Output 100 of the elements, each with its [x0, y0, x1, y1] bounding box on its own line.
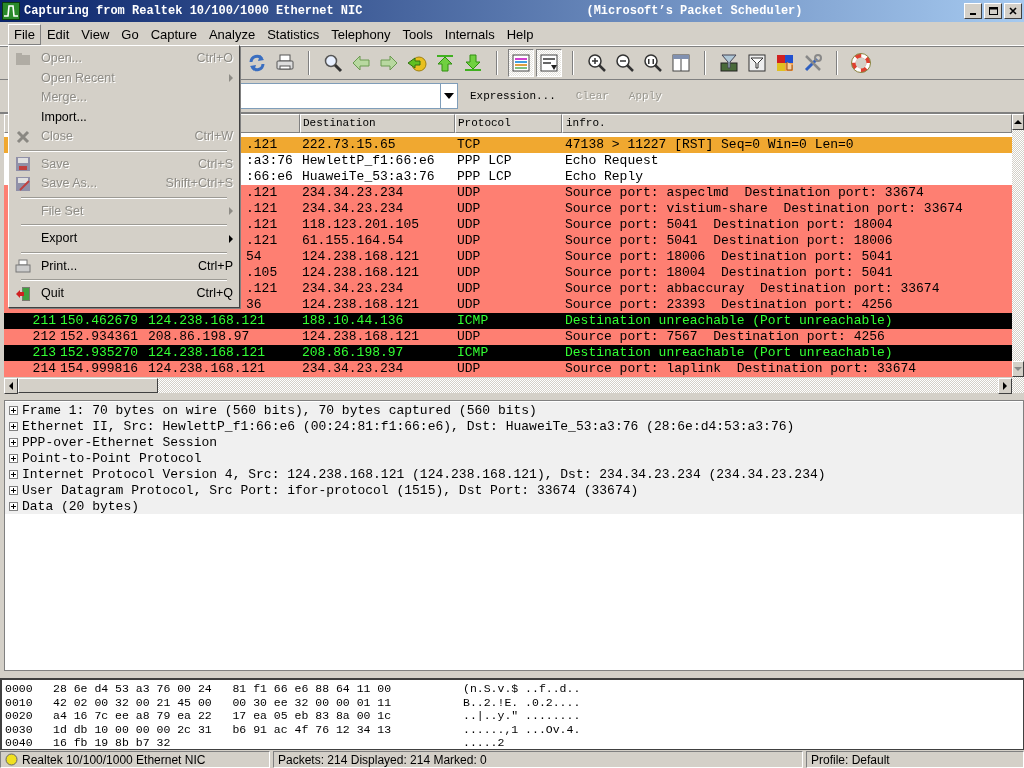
table-cell: 124.238.168.121: [302, 249, 420, 264]
menu-item[interactable]: Edit: [40, 24, 76, 45]
expand-icon[interactable]: [9, 485, 18, 495]
window-subtitle: (Microsoft’s Packet Scheduler): [586, 4, 803, 18]
table-cell: 152.934361: [60, 329, 138, 344]
table-cell: 47138 > 11227 [RST] Seq=0 Win=0 Len=0: [565, 137, 854, 152]
minimize-button[interactable]: [964, 3, 982, 19]
save-as-icon: [15, 175, 31, 192]
hex-bytes: a4 16 7c ee a8 79 ea 22 17 ea 05 eb 83 8a 00 1c: [53, 709, 393, 723]
table-cell: 124.238.168.121: [148, 361, 266, 376]
table-cell: UDP: [457, 217, 481, 232]
toolbar-button[interactable]: [536, 49, 562, 77]
table-cell: ICMP: [457, 313, 489, 328]
table-cell: 208.86.198.97: [148, 329, 250, 344]
table-cell: ICMP: [457, 345, 489, 360]
ascii-text: .....2: [463, 736, 505, 750]
colored-list-icon: [511, 53, 531, 73]
menu-item[interactable]: Telephony: [325, 24, 397, 45]
menu-item[interactable]: View: [75, 24, 116, 45]
right-arrow-icon: [1003, 382, 1007, 390]
menu-item[interactable]: Help: [500, 24, 540, 45]
expand-icon[interactable]: [9, 453, 18, 463]
up-arrow-icon: [435, 53, 455, 73]
exit-icon: [15, 285, 31, 302]
table-cell: .121: [246, 185, 278, 200]
menu-item[interactable]: Internals: [438, 24, 501, 45]
scroll-bar[interactable]: [1012, 114, 1024, 393]
filter-button[interactable]: Expression...: [462, 88, 564, 104]
packet-row[interactable]: 212 152.934361 208.86.198.97 124.238.168.121 UDP Source port: 7567 Destination port: 4256: [4, 329, 1012, 345]
hex-offset: 0010: [5, 695, 34, 709]
column-header[interactable]: Destination: [300, 114, 455, 133]
expand-icon[interactable]: [9, 501, 18, 511]
table-cell: 222.73.15.65: [302, 137, 396, 152]
funnel-icon: [747, 53, 767, 73]
hex-offset: 0040: [5, 736, 34, 750]
filter-field[interactable]: [240, 83, 440, 109]
table-cell: Echo Reply: [565, 169, 643, 184]
table-cell: Echo Request: [565, 153, 659, 168]
zoom-in-icon: [587, 53, 607, 73]
table-cell: .121: [246, 217, 278, 232]
table-cell: 234.34.23.234: [302, 201, 404, 216]
menu-item[interactable]: Import...: [11, 107, 237, 127]
table-cell: :a3:76: [246, 153, 293, 168]
tree-item[interactable]: Data (20 bytes): [22, 498, 140, 514]
table-cell: Source port: 7567 Destination port: 4256: [565, 329, 885, 344]
close-button[interactable]: [1004, 3, 1022, 19]
table-cell: Source port: abbaccuray Destination port: 33674: [565, 281, 940, 296]
expand-icon[interactable]: [9, 437, 18, 447]
table-cell: Source port: 18004 Destination port: 5041: [565, 265, 893, 280]
back-arrow-icon: [351, 53, 371, 73]
menu-item[interactable]: Analyze: [202, 24, 262, 45]
jump-arrow-icon: [407, 53, 427, 73]
packet-row[interactable]: 211 150.462679 124.238.168.121 188.10.44.136 ICMP Destination unreachable (Port unreachable): [4, 313, 1012, 329]
table-cell: 188.10.44.136: [302, 313, 404, 328]
menu-item[interactable]: Go: [115, 24, 145, 45]
ascii-text: (n.S.v.$ ..f..d..: [463, 682, 581, 696]
scroll-bar[interactable]: [4, 377, 1012, 393]
hex-offset: 0000: [5, 682, 34, 696]
table-cell: PPP LCP: [457, 169, 512, 184]
packet-row[interactable]: 213 152.935270 124.238.168.121 208.86.198.97 ICMP Destination unreachable (Port unreachable): [4, 345, 1012, 361]
column-resize-icon: [671, 53, 691, 73]
menu-item[interactable]: File: [8, 24, 41, 45]
table-cell: Destination unreachable (Port unreachable): [565, 313, 893, 328]
expand-icon[interactable]: [9, 421, 18, 431]
table-cell: 152.935270: [60, 345, 138, 360]
table-cell: 124.238.168.121: [302, 265, 420, 280]
table-cell: TCP: [457, 137, 481, 152]
menu-item[interactable]: Statistics: [261, 24, 326, 45]
table-cell: UDP: [457, 265, 481, 280]
column-header[interactable]: Protocol: [455, 114, 562, 133]
tree-item[interactable]: PPP-over-Ethernet Session: [22, 434, 218, 450]
up-arrow-icon: [1014, 120, 1022, 124]
close-icon: [15, 128, 31, 145]
table-cell: 154.999816: [60, 361, 138, 376]
tools-icon: [803, 53, 823, 73]
packet-row[interactable]: 214 154.999816 124.238.168.121 234.34.23.234 UDP Source port: laplink Destination port: 33674: [4, 361, 1012, 377]
table-cell: Source port: aspeclmd Destination port: 33674: [565, 185, 924, 200]
expand-icon[interactable]: [9, 469, 18, 479]
table-cell: .121: [246, 201, 278, 216]
tree-item[interactable]: Point-to-Point Protocol: [22, 450, 202, 466]
table-cell: 208.86.198.97: [302, 345, 404, 360]
caret-icon: [444, 93, 454, 99]
status-led-icon: [5, 753, 18, 766]
table-cell: 124.238.168.121: [148, 313, 266, 328]
table-cell: Source port: vistium-share Destination port: 33674: [565, 201, 963, 216]
status-text: Packets: 214 Displayed: 214 Marked: 0: [278, 751, 487, 768]
expand-icon[interactable]: [9, 405, 18, 415]
column-header[interactable]: infro.: [562, 114, 1012, 133]
table-cell: 234.34.23.234: [302, 361, 404, 376]
zoom-out-icon: [615, 53, 635, 73]
maximize-button[interactable]: [984, 3, 1002, 19]
table-cell: UDP: [457, 297, 481, 312]
menu-item[interactable]: Capture: [144, 24, 203, 45]
table-cell: UDP: [457, 201, 481, 216]
table-cell: Source port: laplink Destination port: 33674: [565, 361, 917, 376]
scroll-list-icon: [539, 53, 559, 73]
menu-item[interactable]: Tools: [396, 24, 439, 45]
table-cell: 124.238.168.121: [302, 297, 420, 312]
table-cell: Source port: 23393 Destination port: 4256: [565, 297, 893, 312]
dropdown-button[interactable]: [440, 83, 458, 109]
